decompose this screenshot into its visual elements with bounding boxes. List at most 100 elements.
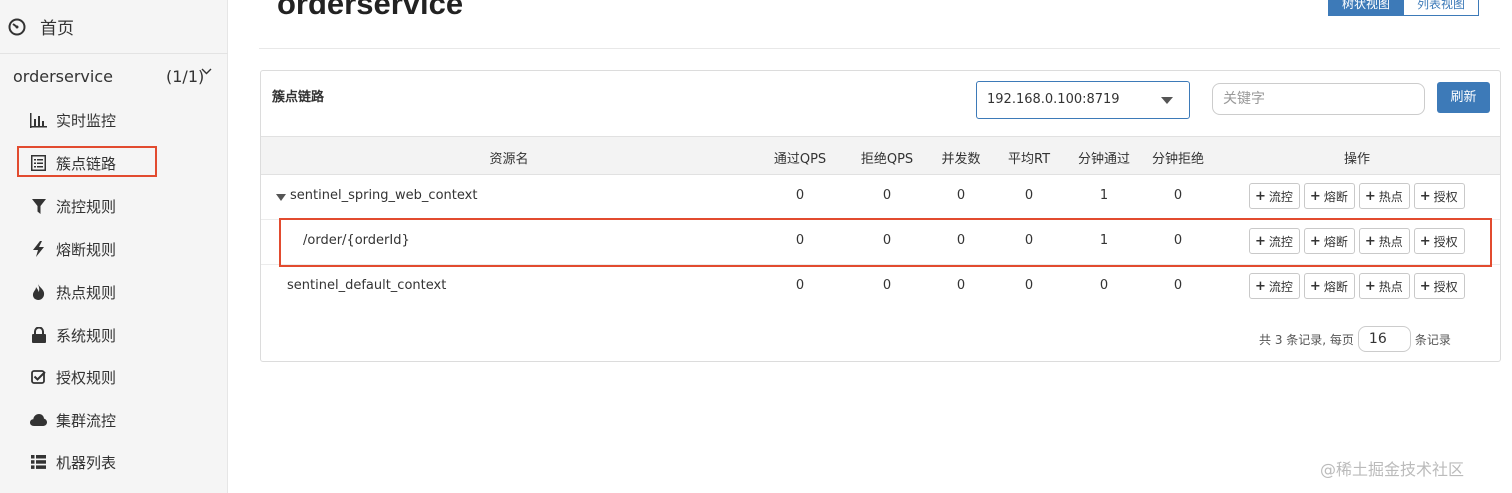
- sidebar-item-label: 系统规则: [56, 326, 117, 345]
- nav-home[interactable]: 首页: [0, 0, 228, 54]
- sidebar-item-system-rules[interactable]: 系统规则: [30, 320, 116, 350]
- sidebar-item-authority-rules[interactable]: 授权规则: [30, 362, 116, 392]
- sidebar-item-label: 授权规则: [56, 368, 117, 387]
- resource-name: sentinel_default_context: [287, 278, 447, 293]
- check-icon: [30, 369, 47, 386]
- plus-icon: +: [1419, 188, 1431, 204]
- plus-icon: +: [1419, 278, 1431, 294]
- col-actions: 操作: [1343, 152, 1371, 167]
- search-placeholder: 关键字: [1223, 91, 1265, 107]
- col-block-qps: 拒绝QPS: [860, 152, 914, 167]
- action-label: 流控: [1268, 189, 1293, 204]
- sidebar-item-realtime[interactable]: 实时监控: [30, 105, 116, 135]
- watermark: @稀土掘金技术社区: [1320, 460, 1465, 479]
- sidebar-item-machines[interactable]: 机器列表: [30, 447, 116, 477]
- minute-block: 0: [1173, 278, 1183, 293]
- avg-rt: 0: [1024, 188, 1034, 203]
- col-resource: 资源名: [489, 152, 529, 167]
- minute-pass: 0: [1099, 278, 1109, 293]
- machine-select[interactable]: 192.168.0.100:8719: [976, 81, 1190, 119]
- pagination-prefix: 共 3 条记录, 每页: [1259, 332, 1354, 347]
- sidebar-item-degrade-rules[interactable]: 熔断规则: [30, 234, 116, 264]
- add-degrade-rule-button[interactable]: + 熔断: [1303, 183, 1355, 209]
- col-minute-pass: 分钟通过: [1077, 152, 1131, 167]
- view-toggle: 树状视图 列表视图: [1328, 0, 1480, 16]
- table-row: sentinel_spring_web_context 0 0 0 0 1 0 …: [261, 175, 1500, 220]
- caret-down-icon[interactable]: [276, 194, 286, 201]
- row-actions: + 流控 + 熔断 + 热点 + 授权: [1249, 273, 1465, 299]
- minute-pass: 1: [1099, 188, 1109, 203]
- pass-qps: 0: [795, 278, 805, 293]
- col-pass-qps: 通过QPS: [773, 152, 827, 167]
- app-name: orderservice: [13, 66, 113, 86]
- sidebar-item-label: 实时监控: [56, 111, 117, 130]
- plus-icon: +: [1309, 188, 1321, 204]
- pagination: 共 3 条记录, 每页 16 条记录: [1259, 326, 1451, 352]
- add-hotspot-rule-button[interactable]: + 热点: [1358, 183, 1410, 209]
- page-size-input[interactable]: 16: [1357, 326, 1411, 352]
- table-row: sentinel_default_context 0 0 0 0 0 0 + 流控…: [261, 265, 1500, 310]
- sidebar-item-label: 机器列表: [56, 453, 117, 472]
- sidebar-item-cluster-flow[interactable]: 集群流控: [30, 405, 116, 435]
- avg-rt: 0: [1024, 278, 1034, 293]
- add-authority-rule-button[interactable]: + 授权: [1413, 183, 1465, 209]
- col-avg-rt: 平均RT: [1007, 152, 1051, 167]
- plus-icon: +: [1255, 278, 1266, 294]
- sidebar-item-label: 热点规则: [56, 283, 117, 302]
- refresh-button[interactable]: 刷新: [1437, 82, 1490, 113]
- caret-down-icon: [1161, 97, 1173, 104]
- list-view-button[interactable]: 列表视图: [1404, 0, 1480, 16]
- sidebar-item-label: 集群流控: [56, 411, 117, 430]
- action-label: 授权: [1433, 189, 1458, 204]
- plus-icon: +: [1309, 278, 1321, 294]
- cluster-link-panel: 簇点链路 192.168.0.100:8719 关键字 刷新 资源名 通过QPS…: [260, 70, 1501, 362]
- sidebar: 首页 orderservice (1/1) 实时监控 簇点链路 流控规则 熔断规…: [0, 0, 228, 493]
- block-qps: 0: [882, 188, 892, 203]
- sidebar-item-flow-rules[interactable]: 流控规则: [30, 191, 116, 221]
- sidebar-item-hotspot-rules[interactable]: 热点规则: [30, 277, 116, 307]
- add-hotspot-rule-button[interactable]: + 热点: [1358, 273, 1410, 299]
- lock-icon: [30, 327, 47, 344]
- dashboard-icon: [8, 18, 26, 35]
- add-flow-rule-button[interactable]: + 流控: [1249, 183, 1300, 209]
- nav-home-label: 首页: [40, 19, 74, 39]
- fire-icon: [30, 284, 47, 301]
- app-selector[interactable]: orderservice (1/1): [0, 54, 228, 98]
- action-label: 热点: [1378, 189, 1403, 204]
- resource-name: sentinel_spring_web_context: [290, 188, 478, 203]
- th-list-icon: [30, 454, 47, 471]
- plus-icon: +: [1255, 188, 1266, 204]
- concurrency: 0: [956, 278, 966, 293]
- cloud-icon: [30, 412, 47, 429]
- add-flow-rule-button[interactable]: + 流控: [1249, 273, 1300, 299]
- search-input[interactable]: 关键字: [1212, 83, 1425, 115]
- page-title: orderservice: [277, 0, 464, 21]
- action-label: 授权: [1433, 279, 1458, 294]
- chevron-down-icon[interactable]: [201, 66, 212, 77]
- table-header: 资源名 通过QPS 拒绝QPS 并发数 平均RT 分钟通过 分钟拒绝 操作: [261, 136, 1500, 175]
- sidebar-item-label: 流控规则: [56, 197, 117, 216]
- plus-icon: +: [1364, 278, 1376, 294]
- tree-view-button[interactable]: 树状视图: [1328, 0, 1405, 16]
- row-highlight: [279, 218, 1492, 267]
- bar-chart-icon: [30, 112, 47, 129]
- action-label: 熔断: [1323, 189, 1348, 204]
- sidebar-item-label: 熔断规则: [56, 240, 117, 259]
- panel-title: 簇点链路: [272, 90, 325, 105]
- pass-qps: 0: [795, 188, 805, 203]
- filter-icon: [30, 198, 47, 215]
- selected-item-highlight: [17, 146, 157, 177]
- action-label: 流控: [1268, 279, 1293, 294]
- header-divider: [259, 48, 1500, 49]
- add-authority-rule-button[interactable]: + 授权: [1413, 273, 1465, 299]
- machine-select-value: 192.168.0.100:8719: [987, 92, 1120, 107]
- add-degrade-rule-button[interactable]: + 熔断: [1303, 273, 1355, 299]
- pagination-suffix: 条记录: [1414, 332, 1451, 347]
- app-count: (1/1): [166, 67, 205, 86]
- plus-icon: +: [1364, 188, 1376, 204]
- block-qps: 0: [882, 278, 892, 293]
- action-label: 热点: [1378, 279, 1403, 294]
- concurrency: 0: [956, 188, 966, 203]
- action-label: 熔断: [1323, 279, 1348, 294]
- col-concurrency: 并发数: [941, 152, 981, 167]
